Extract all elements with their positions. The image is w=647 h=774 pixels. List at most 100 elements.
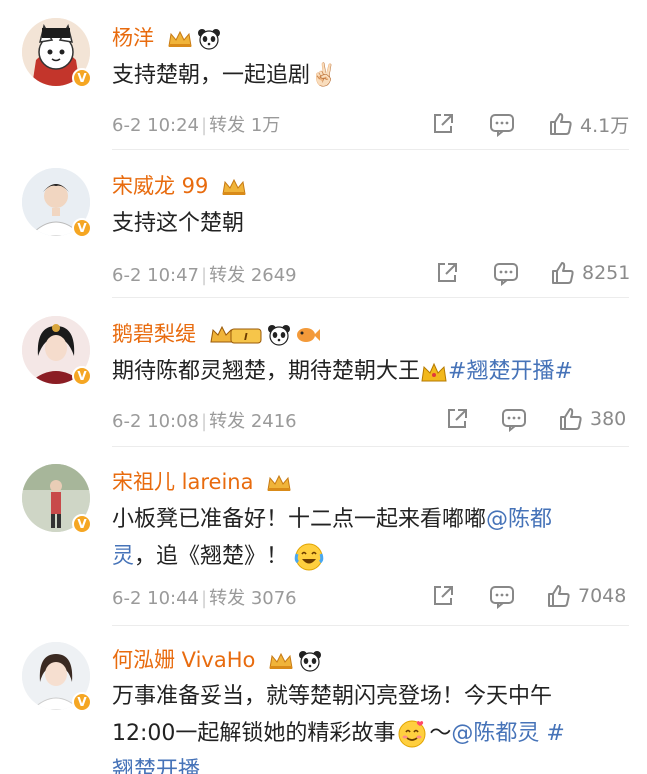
- username-text[interactable]: 何泓姗 VivaHo: [112, 648, 255, 672]
- comment-icon: [502, 409, 526, 432]
- panda-icon: [267, 324, 291, 346]
- repost-label: 转发: [209, 588, 246, 609]
- verified-badge-icon: V: [72, 366, 92, 386]
- timestamp: 6-2 10:08: [112, 411, 199, 432]
- timestamp: 6-2 10:24: [112, 115, 199, 136]
- comment-meta: 6-2 10:24 | 转发 1万: [112, 115, 281, 136]
- comment-icon: [494, 263, 518, 286]
- mention-link[interactable]: @陈都灵 #: [451, 721, 564, 746]
- like-button[interactable]: 4.1万: [548, 109, 629, 139]
- topic-link[interactable]: #翘楚开播#: [448, 359, 573, 384]
- comment-feed: V 杨洋 支持楚朝，一起追剧✌🏻 6-2 10:24 | 转发 1万 4.1万 …: [0, 0, 647, 774]
- repost-label: 转发: [209, 115, 246, 136]
- comment-text-line: 12:00一起解锁她的精彩故事: [112, 721, 396, 746]
- username[interactable]: 杨洋: [112, 22, 221, 52]
- thumbs-up-icon: [550, 113, 572, 135]
- share-button[interactable]: [430, 109, 456, 139]
- comment-meta: 6-2 10:44 | 转发 3076: [112, 588, 297, 609]
- avatar[interactable]: V: [22, 168, 92, 238]
- repost-count: 2649: [250, 265, 297, 286]
- comment-meta: 6-2 10:08 | 转发 2416: [112, 411, 297, 432]
- like-count: 4.1万: [580, 114, 630, 137]
- avatar[interactable]: V: [22, 18, 92, 88]
- username[interactable]: 鹅碧梨缇 I: [112, 318, 321, 348]
- comment-meta: 6-2 10:47 | 转发 2649: [112, 265, 297, 286]
- comment-text-line: ，追《翘楚》！: [134, 544, 289, 569]
- verified-badge-icon: V: [72, 218, 92, 238]
- repost-count: 1万: [250, 115, 281, 136]
- crown-badge-icon: [268, 652, 294, 670]
- crown-emoji-icon: [420, 361, 448, 383]
- username[interactable]: 宋祖儿 lareina: [112, 466, 292, 496]
- like-count: 7048: [578, 585, 627, 607]
- share-icon: [448, 409, 467, 428]
- thumbs-up-icon: [548, 585, 570, 607]
- comment-item: V 宋祖儿 lareina 小板凳已准备好！十二点一起来看嘟嘟@陈都 灵，追《翘…: [0, 448, 647, 626]
- comment-text-main: 期待陈都灵翘楚，期待楚朝大王: [112, 359, 421, 384]
- crown-badge-icon: [266, 474, 292, 492]
- comment-item: V 鹅碧梨缇 I 期待陈都灵翘楚，期待楚朝大王 #翘楚开播# 6-2 10:08 |…: [0, 298, 647, 448]
- comment-text: 万事准备妥当，就等楚朝闪亮登场！今天中午 12:00一起解锁她的精彩故事 ～@陈都…: [112, 678, 627, 774]
- username-text[interactable]: 鹅碧梨缇: [112, 322, 196, 346]
- thumbs-up-icon: [560, 408, 582, 430]
- share-button[interactable]: [430, 581, 456, 611]
- like-count: 380: [590, 408, 627, 430]
- crying-laugh-emoji-icon: [294, 542, 324, 572]
- comment-button[interactable]: [488, 581, 516, 611]
- share-button[interactable]: [434, 258, 460, 288]
- timestamp: 6-2 10:44: [112, 588, 199, 609]
- panda-icon: [197, 28, 221, 50]
- username-text[interactable]: 宋祖儿 lareina: [112, 470, 253, 494]
- panda-icon: [298, 650, 322, 672]
- repost-label: 转发: [209, 265, 246, 286]
- avatar[interactable]: V: [22, 316, 92, 386]
- username[interactable]: 宋威龙 99: [112, 170, 247, 200]
- thumbs-up-icon: [552, 262, 574, 284]
- repost-label: 转发: [209, 411, 246, 432]
- divider: [112, 446, 629, 447]
- action-bar: 7048: [430, 581, 630, 611]
- comment-button[interactable]: [492, 258, 520, 288]
- crown-level-badge-icon: I: [209, 324, 263, 346]
- comment-text-line: ～: [429, 721, 452, 746]
- topic-link[interactable]: 翘楚开播: [112, 752, 627, 774]
- comment-text-line: 万事准备妥当，就等楚朝闪亮登场！今天中午: [112, 684, 553, 709]
- mention-link[interactable]: 灵: [112, 544, 134, 569]
- comment-text: 支持这个楚朝: [112, 211, 245, 236]
- mention-link[interactable]: @陈都: [486, 507, 552, 532]
- comment-item: V 杨洋 支持楚朝，一起追剧✌🏻 6-2 10:24 | 转发 1万 4.1万: [0, 0, 647, 150]
- share-icon: [434, 586, 453, 605]
- smiling-hearts-emoji-icon: [397, 719, 427, 749]
- avatar[interactable]: V: [22, 464, 92, 534]
- comment-text: 期待陈都灵翘楚，期待楚朝大王 #翘楚开播#: [112, 353, 627, 390]
- like-button[interactable]: 380: [558, 404, 626, 434]
- timestamp: 6-2 10:47: [112, 265, 199, 286]
- share-icon: [438, 263, 457, 282]
- share-icon: [434, 114, 453, 133]
- avatar[interactable]: V: [22, 642, 92, 712]
- comment-text-line: 小板凳已准备好！十二点一起来看嘟嘟: [112, 507, 487, 532]
- comment-text: 支持楚朝，一起追剧✌🏻: [112, 63, 338, 88]
- verified-badge-icon: V: [72, 68, 92, 88]
- like-button[interactable]: 7048: [546, 581, 626, 611]
- comment-icon: [490, 586, 514, 609]
- action-bar: 4.1万: [430, 109, 630, 139]
- action-bar: 380: [444, 404, 644, 434]
- comment-button[interactable]: [488, 109, 516, 139]
- comment-item: V 何泓姗 VivaHo 万事准备妥当，就等楚朝闪亮登场！今天中午 12:00一…: [0, 626, 647, 774]
- verified-badge-icon: V: [72, 514, 92, 534]
- crown-badge-icon: [167, 30, 193, 48]
- crown-badge-icon: [221, 178, 247, 196]
- verified-badge-icon: V: [72, 692, 92, 712]
- repost-count: 3076: [250, 588, 297, 609]
- comment-button[interactable]: [500, 404, 528, 434]
- like-count: 8251: [582, 262, 631, 284]
- svg-text:I: I: [244, 332, 248, 343]
- comment-item: V 宋威龙 99 支持这个楚朝 6-2 10:47 | 转发 2649 8251: [0, 150, 647, 298]
- username-text[interactable]: 宋威龙 99: [112, 174, 208, 198]
- fish-icon: [295, 325, 321, 345]
- username[interactable]: 何泓姗 VivaHo: [112, 644, 322, 674]
- username-text[interactable]: 杨洋: [112, 26, 154, 50]
- like-button[interactable]: 8251: [550, 258, 630, 288]
- share-button[interactable]: [444, 404, 470, 434]
